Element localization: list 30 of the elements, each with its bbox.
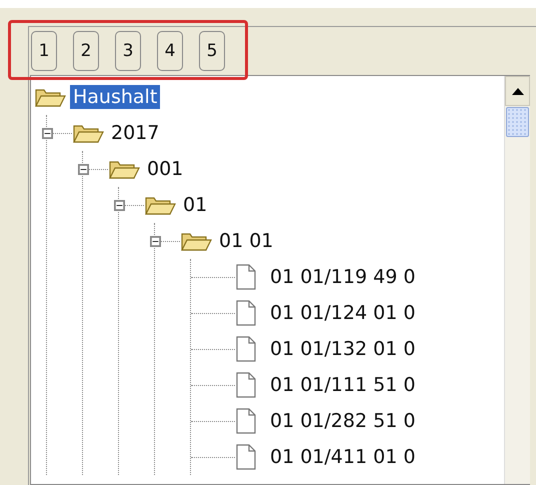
tree-item[interactable]: 01 01/119 49 0: [267, 265, 418, 289]
tree-item[interactable]: 01 01/411 01 0: [267, 445, 418, 469]
scroll-up-button[interactable]: [505, 76, 530, 106]
tree-item[interactable]: 01 01/282 51 0: [267, 409, 418, 433]
tree-item[interactable]: 001: [144, 157, 186, 181]
tab-button[interactable]: 5: [199, 31, 225, 71]
collapse-toggle[interactable]: [42, 128, 53, 138]
tree-item[interactable]: 01 01/111 51 0: [267, 373, 418, 397]
scrollbar[interactable]: [504, 76, 530, 484]
document-icon: [235, 408, 257, 434]
tree-item[interactable]: 01 01/132 01 0: [267, 337, 418, 361]
tree-item[interactable]: 01 01: [216, 229, 276, 253]
up-arrow-icon: [512, 88, 524, 94]
document-icon: [235, 300, 257, 326]
document-icon: [235, 372, 257, 398]
tab-button[interactable]: 3: [115, 31, 141, 71]
tab-button[interactable]: 4: [157, 31, 183, 71]
tab-button[interactable]: 2: [73, 31, 99, 71]
tree-item[interactable]: 01 01/124 01 0: [267, 301, 418, 325]
tree-item[interactable]: 2017: [108, 121, 162, 145]
collapse-toggle[interactable]: [78, 164, 89, 174]
tree-item[interactable]: Haushalt: [70, 85, 160, 109]
scroll-thumb[interactable]: [506, 107, 529, 137]
document-icon: [235, 444, 257, 470]
collapse-toggle[interactable]: [150, 236, 161, 246]
document-icon: [235, 336, 257, 362]
tab-button[interactable]: 1: [31, 31, 57, 71]
tree-item[interactable]: 01: [180, 193, 210, 217]
document-icon: [235, 264, 257, 290]
collapse-toggle[interactable]: [114, 200, 125, 210]
